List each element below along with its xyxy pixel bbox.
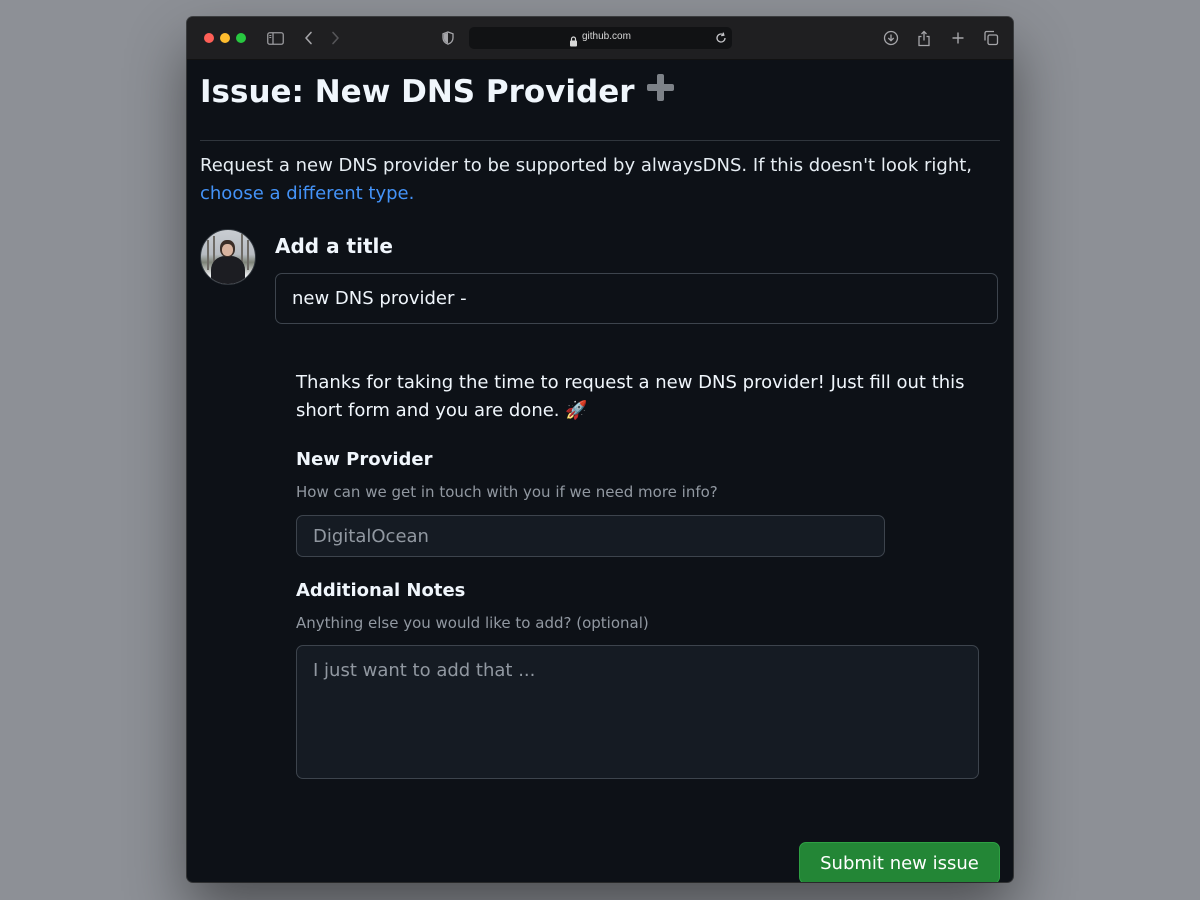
address-url: github.com	[582, 31, 631, 42]
tabs-overview-icon[interactable]	[981, 28, 1001, 48]
avatar[interactable]	[200, 229, 256, 285]
plus-icon	[645, 72, 676, 111]
description-text: Request a new DNS provider to be support…	[200, 155, 973, 176]
intro-text: Thanks for taking the time to request a …	[296, 372, 965, 421]
new-provider-label: New Provider	[296, 449, 433, 470]
page-title: Issue: New DNS Provider	[200, 73, 635, 110]
lock-icon	[569, 32, 578, 51]
close-window-button[interactable]	[204, 33, 214, 43]
issue-title-input[interactable]	[275, 273, 998, 324]
additional-notes-textarea[interactable]	[296, 645, 979, 779]
share-icon[interactable]	[914, 28, 934, 48]
add-title-label: Add a title	[275, 234, 393, 258]
reload-icon[interactable]	[714, 30, 728, 49]
title-divider	[200, 140, 1000, 141]
additional-notes-help: Anything else you would like to add? (op…	[296, 614, 649, 632]
sidebar-icon[interactable]	[265, 28, 285, 48]
shield-icon[interactable]	[438, 28, 458, 48]
new-provider-input[interactable]	[296, 515, 885, 557]
back-icon[interactable]	[299, 28, 319, 48]
minimize-window-button[interactable]	[220, 33, 230, 43]
browser-toolbar: github.com	[187, 17, 1013, 60]
browser-window: github.com Issue: New DNS Provider Reque	[187, 17, 1013, 882]
new-tab-icon[interactable]	[948, 28, 968, 48]
choose-different-type-link[interactable]: choose a different type.	[200, 183, 414, 204]
new-provider-help: How can we get in touch with you if we n…	[296, 483, 718, 501]
download-icon[interactable]	[881, 28, 901, 48]
template-description: Request a new DNS provider to be support…	[200, 152, 990, 208]
zoom-window-button[interactable]	[236, 33, 246, 43]
address-bar[interactable]: github.com	[469, 27, 732, 49]
additional-notes-label: Additional Notes	[296, 580, 466, 601]
forward-icon[interactable]	[325, 28, 345, 48]
submit-new-issue-button[interactable]: Submit new issue	[799, 842, 1000, 882]
page-title-row: Issue: New DNS Provider	[200, 72, 676, 111]
page-content: Issue: New DNS Provider Request a new DN…	[187, 60, 1013, 882]
